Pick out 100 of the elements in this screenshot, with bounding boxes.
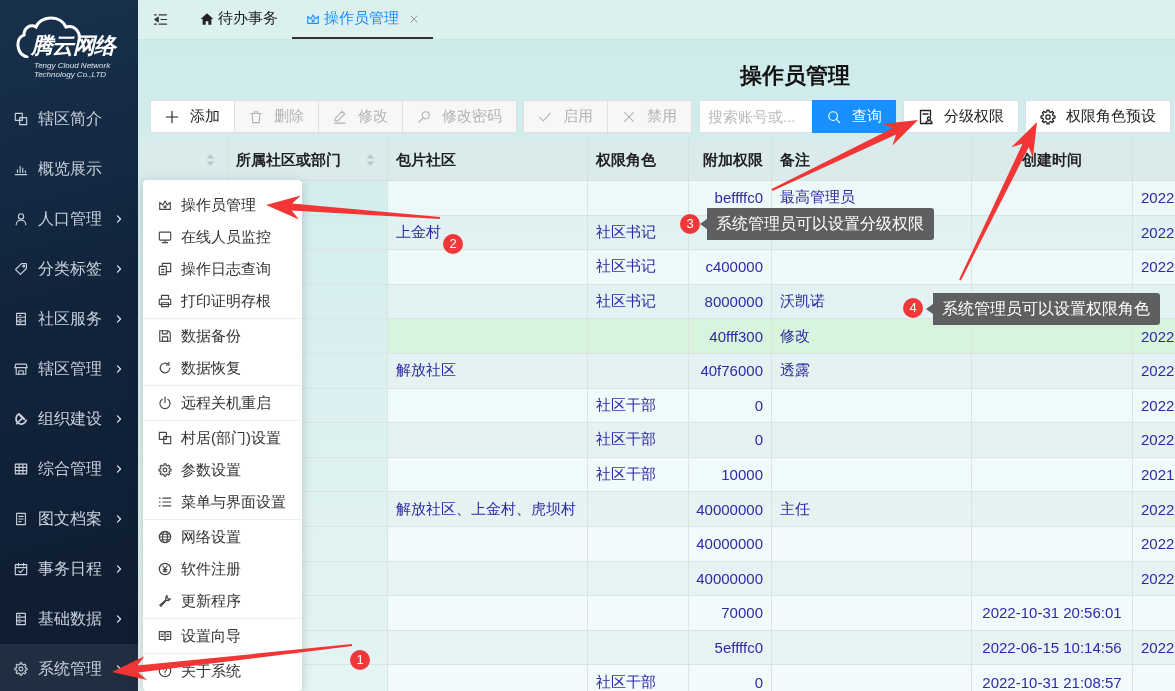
menu-item[interactable]: 打印证明存根 xyxy=(143,285,302,317)
table-cell-text: 2022 xyxy=(1140,188,1175,209)
menu-item[interactable]: 数据备份 xyxy=(143,320,302,352)
menu-item[interactable]: 远程关机重启 xyxy=(143,387,302,419)
nav-item[interactable]: 分类标签 xyxy=(0,244,138,294)
table-cell-text: 2021 xyxy=(1140,465,1175,486)
column-header[interactable]: 所属社区或部门 xyxy=(228,140,388,181)
table-cell-text: 2022 xyxy=(1140,430,1175,451)
column-header: 附加权限 xyxy=(689,140,772,181)
menu-item[interactable]: 设置向导 xyxy=(143,620,302,652)
document-person-icon xyxy=(918,108,934,125)
menu-fold-icon[interactable] xyxy=(153,12,168,27)
toolbar-button[interactable]: 权限角色预设 xyxy=(1025,100,1171,133)
nav-item[interactable]: 基础数据 xyxy=(0,594,138,644)
hammer-sickle-icon xyxy=(14,412,28,426)
nav-item[interactable]: 概览展示 xyxy=(0,144,138,194)
person-icon xyxy=(14,212,28,226)
printer-icon xyxy=(158,294,172,308)
plus-icon xyxy=(165,109,179,124)
menu-item[interactable]: 操作日志查询 xyxy=(143,253,302,285)
calendar-icon xyxy=(14,562,28,576)
table-cell: 社区干部 xyxy=(588,423,689,457)
table-cell: 40000000 xyxy=(689,526,772,561)
table-row[interactable]: 70000 2022-10-31 20:56:01 xyxy=(387,596,1175,630)
table-row[interactable]: 社区干部 0 2022-10-31 21:08:57 xyxy=(387,665,1175,691)
column-header[interactable] xyxy=(140,140,228,181)
search-icon xyxy=(826,109,841,124)
menu-item[interactable]: 软件注册 xyxy=(143,553,302,585)
nav-item[interactable]: 图文档案 xyxy=(0,494,138,544)
nav-item[interactable]: 辖区简介 xyxy=(0,94,138,144)
table-cell: 透露 xyxy=(772,353,972,388)
close-icon[interactable] xyxy=(409,13,419,24)
tab[interactable]: 待办事务 xyxy=(186,0,292,39)
table-row[interactable]: 社区干部 0 2022 xyxy=(387,423,1175,457)
table-row[interactable]: 社区干部 10000 2021 xyxy=(387,457,1175,492)
tag-icon xyxy=(14,262,28,276)
monitor-icon xyxy=(158,230,172,244)
table-cell: 0 xyxy=(689,423,772,457)
table-cell: 解放社区、上金村、虎坝村 xyxy=(388,492,588,526)
menu-item[interactable]: 在线人员监控 xyxy=(143,221,302,253)
search-field[interactable]: 搜索账号或... xyxy=(699,100,812,133)
nav-item[interactable]: 系统管理 xyxy=(0,644,138,691)
table-cell: 40000000 xyxy=(689,492,772,526)
book-icon xyxy=(158,629,172,643)
table-cell-text: 2022 xyxy=(1140,499,1175,520)
table-cell: 40000000 xyxy=(689,561,772,596)
toolbar-button[interactable]: 添加 xyxy=(150,100,235,133)
nav-item[interactable]: 组织建设 xyxy=(0,394,138,444)
menu-item[interactable]: 更新程序 xyxy=(143,585,302,617)
menu-item[interactable]: 数据恢复 xyxy=(143,352,302,384)
nav-item[interactable]: 事务日程 xyxy=(0,544,138,594)
table-cell: 8000000 xyxy=(689,284,772,319)
nav-item[interactable]: 辖区管理 xyxy=(0,344,138,394)
table-row[interactable]: 解放社区、上金村、虎坝村 40000000 主任 2022 xyxy=(387,492,1175,526)
table-cell-text: 2022 xyxy=(1140,326,1175,347)
server-icon xyxy=(14,612,28,626)
table-cell: 2022-10-31 20:56:01 xyxy=(972,596,1133,630)
grid-icon xyxy=(14,462,28,476)
table-cell-text: 2022 xyxy=(1140,222,1175,243)
table-cell: 2022-10-31 21:08:57 xyxy=(972,665,1133,691)
squares-icon xyxy=(14,112,28,126)
file-cabinet-icon xyxy=(14,312,28,326)
logo-tagline: Tengy Cloud Network Technology Co.,LTD xyxy=(34,61,112,79)
table-cell: 社区干部 xyxy=(588,665,689,691)
table-row[interactable]: beffffc0 最高管理员 2022 xyxy=(387,181,1175,215)
menu-item[interactable]: 村居(部门)设置 xyxy=(143,422,302,454)
settings-icon xyxy=(1040,108,1056,125)
nav-item[interactable]: 社区服务 xyxy=(0,294,138,344)
table-cell-text: 2022 xyxy=(1140,257,1175,278)
table-cell-text: 2022 xyxy=(1140,395,1175,416)
table-row[interactable]: 40fff300 修改 2022 xyxy=(387,319,1175,353)
table-cell-text: 2022 xyxy=(1140,638,1175,658)
table-row[interactable]: 社区书记 c400000 2022 xyxy=(387,250,1175,284)
table-cell: 40fff300 xyxy=(689,319,772,353)
table-row[interactable]: 解放社区 40f76000 透露 2022 xyxy=(387,353,1175,388)
table-row[interactable]: 社区干部 0 2022 xyxy=(387,388,1175,423)
sort-icon[interactable] xyxy=(366,153,375,167)
table-row[interactable]: 40000000 2022 xyxy=(387,526,1175,561)
nav-item[interactable]: 人口管理 xyxy=(0,194,138,244)
yen-coin-icon xyxy=(158,562,172,576)
pencil-icon xyxy=(333,109,347,124)
column-header: 权限角色 xyxy=(588,140,689,181)
toolbar-button[interactable]: 分级权限 xyxy=(903,100,1019,133)
list-icon xyxy=(158,495,172,509)
check-icon xyxy=(538,109,552,124)
home-icon xyxy=(200,11,214,26)
table-row[interactable]: 5effffc0 2022-06-15 10:14:56 2022 xyxy=(387,630,1175,665)
table-cell: 主任 xyxy=(772,492,972,526)
nav-item[interactable]: 综合管理 xyxy=(0,444,138,494)
menu-item[interactable]: 参数设置 xyxy=(143,454,302,486)
table-cell: 2022-06-15 10:14:56 xyxy=(972,630,1133,665)
menu-item[interactable]: 操作员管理 xyxy=(143,189,302,221)
table-cell: 解放社区 xyxy=(388,353,588,388)
globe-icon xyxy=(158,530,172,544)
menu-item[interactable]: 菜单与界面设置 xyxy=(143,486,302,518)
table-cell: 社区干部 xyxy=(588,457,689,492)
table-row[interactable]: 40000000 2022 xyxy=(387,561,1175,596)
sort-icon[interactable] xyxy=(206,153,215,167)
table-cell: c400000 xyxy=(689,250,772,284)
menu-item[interactable]: 网络设置 xyxy=(143,521,302,553)
